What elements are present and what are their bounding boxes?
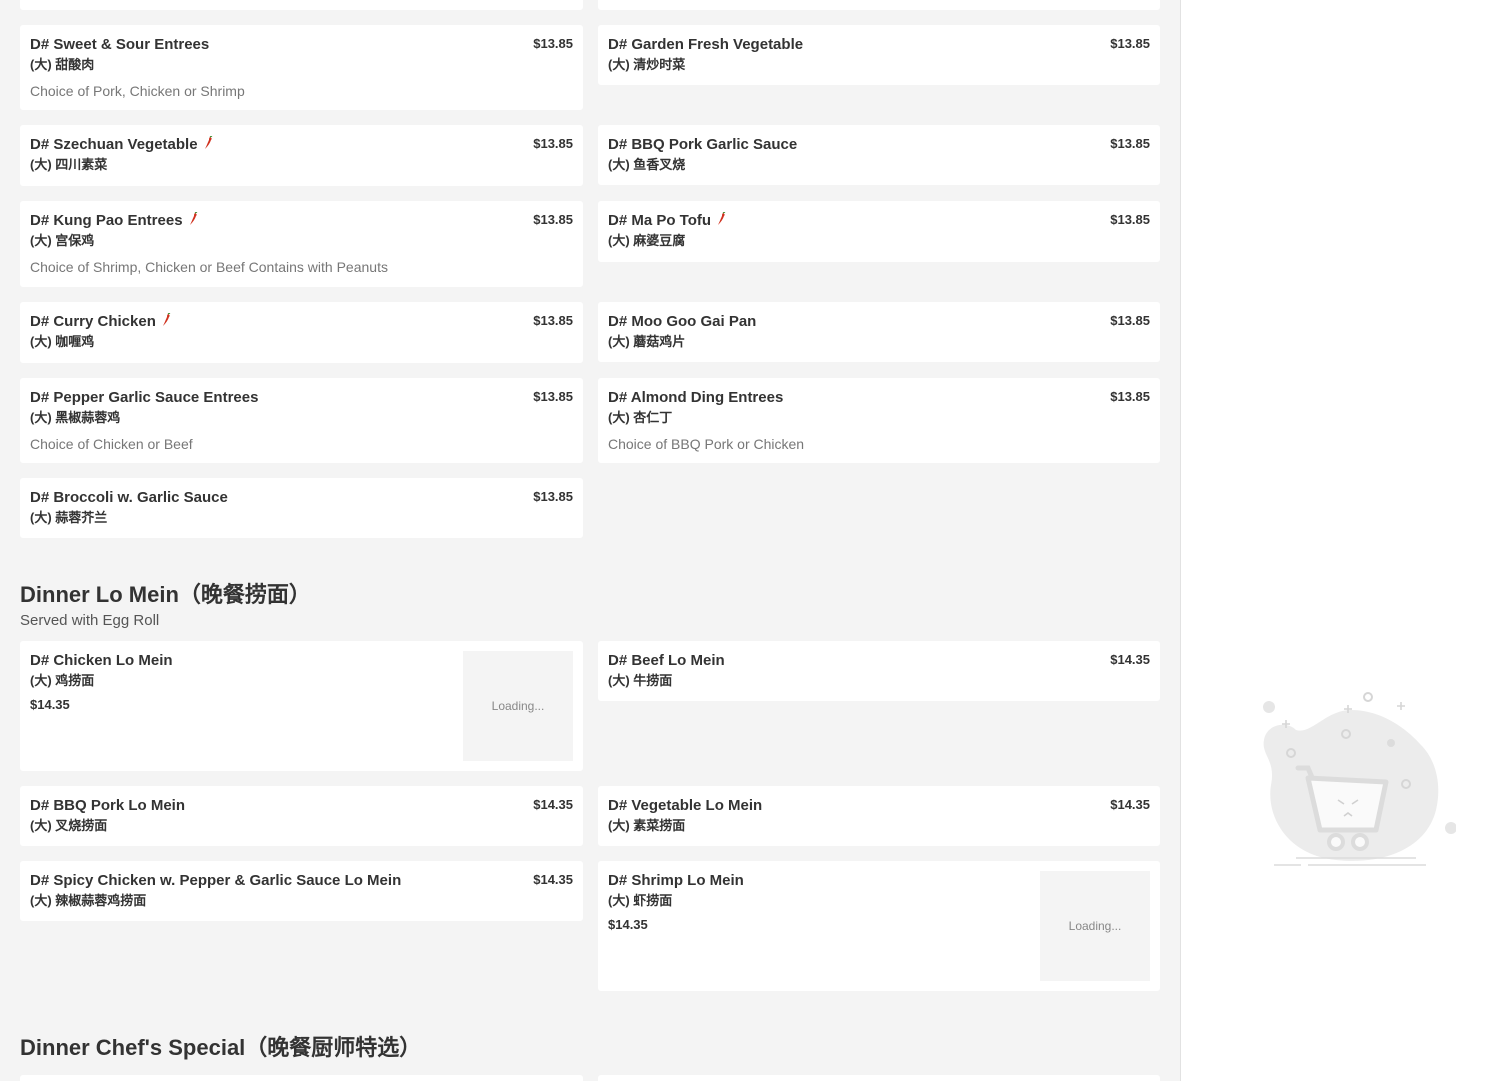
item-price: $13.85: [1110, 136, 1150, 151]
item-name-row: D# Kung Pao Entrees: [30, 211, 573, 231]
menu-item-card[interactable]: [598, 0, 1160, 10]
item-name: D# BBQ Pork Lo Mein: [30, 797, 186, 814]
item-name: D# BBQ Pork Garlic Sauce: [608, 136, 798, 153]
item-chinese-name: (大) 蒜蓉芥兰: [30, 510, 108, 525]
menu-item-card[interactable]: [20, 1075, 583, 1081]
menu-item-kung-pao[interactable]: D# Kung Pao Entrees (大) 宫保鸡 Choice of Sh…: [20, 201, 583, 287]
item-name: D# Spicy Chicken w. Pepper & Garlic Sauc…: [30, 872, 402, 889]
cart-panel: [1180, 0, 1490, 1081]
menu-item-card[interactable]: [20, 0, 583, 10]
spicy-pepper-icon: [189, 212, 197, 225]
menu-item-pepper-garlic[interactable]: D# Pepper Garlic Sauce Entrees (大) 黑椒蒜蓉鸡…: [20, 378, 583, 463]
item-image-placeholder: Loading...: [1040, 871, 1150, 981]
section-title-lo-mein: Dinner Lo Mein（晚餐捞面）: [20, 582, 311, 607]
menu-panel: D# Sweet & Sour Entrees (大) 甜酸肉 Choice o…: [0, 0, 1180, 1081]
item-name-row: D# Szechuan Vegetable: [30, 135, 573, 155]
menu-item-card[interactable]: [598, 1075, 1160, 1081]
item-description: Choice of BBQ Pork or Chicken: [608, 436, 805, 452]
menu-item-sweet-sour[interactable]: D# Sweet & Sour Entrees (大) 甜酸肉 Choice o…: [20, 25, 583, 110]
item-price: $13.85: [533, 136, 573, 151]
item-price: $13.85: [1110, 212, 1150, 227]
menu-item-moo-goo-gai-pan[interactable]: D# Moo Goo Gai Pan (大) 蘑菇鸡片 $13.85: [598, 302, 1160, 362]
item-price: $14.35: [1110, 652, 1150, 667]
item-name-row: D# Curry Chicken: [30, 312, 573, 332]
menu-item-ma-po-tofu[interactable]: D# Ma Po Tofu (大) 麻婆豆腐 $13.85: [598, 201, 1160, 262]
menu-item-bbq-pork-garlic[interactable]: D# BBQ Pork Garlic Sauce (大) 鱼香叉烧 $13.85: [598, 125, 1160, 185]
item-chinese-name: (大) 黑椒蒜蓉鸡: [30, 410, 121, 425]
item-name: D# Almond Ding Entrees: [608, 389, 784, 406]
item-description: Choice of Chicken or Beef: [30, 436, 193, 452]
item-name: D# Kung Pao Entrees: [30, 212, 183, 229]
item-price: $13.85: [533, 389, 573, 404]
menu-item-szechuan-vegetable[interactable]: D# Szechuan Vegetable (大) 四川素菜 $13.85: [20, 125, 583, 186]
item-price: $14.35: [533, 797, 573, 812]
item-price: $13.85: [1110, 389, 1150, 404]
item-chinese-name: (大) 四川素菜: [30, 157, 108, 172]
menu-item-beef-lo-mein[interactable]: D# Beef Lo Mein (大) 牛捞面 $14.35: [598, 641, 1160, 701]
item-price: $14.35: [533, 872, 573, 887]
item-name: D# Beef Lo Mein: [608, 652, 725, 669]
menu-item-broccoli-garlic[interactable]: D# Broccoli w. Garlic Sauce (大) 蒜蓉芥兰 $13…: [20, 478, 583, 538]
item-chinese-name: (大) 叉烧捞面: [30, 818, 108, 833]
item-price: $13.85: [1110, 36, 1150, 51]
item-description: Choice of Shrimp, Chicken or Beef Contai…: [30, 259, 388, 275]
item-chinese-name: (大) 牛捞面: [608, 673, 673, 688]
item-name: D# Garden Fresh Vegetable: [608, 36, 804, 53]
item-price: $14.35: [1110, 797, 1150, 812]
spicy-pepper-icon: [204, 136, 212, 149]
item-chinese-name: (大) 杏仁丁: [608, 410, 673, 425]
item-chinese-name: (大) 甜酸肉: [30, 57, 95, 72]
item-price: $13.85: [1110, 313, 1150, 328]
item-price: $13.85: [533, 489, 573, 504]
menu-item-spicy-chicken-lo-mein[interactable]: D# Spicy Chicken w. Pepper & Garlic Sauc…: [20, 861, 583, 921]
item-name: D# Moo Goo Gai Pan: [608, 313, 757, 330]
section-title-chefs-special: Dinner Chef's Special（晚餐厨师特选）: [20, 1035, 422, 1060]
menu-item-bbq-pork-lo-mein[interactable]: D# BBQ Pork Lo Mein (大) 叉烧捞面 $14.35: [20, 786, 583, 846]
item-price: $13.85: [533, 313, 573, 328]
section-subtitle: Served with Egg Roll: [20, 612, 160, 629]
item-description: Choice of Pork, Chicken or Shrimp: [30, 83, 245, 99]
menu-item-garden-vegetable[interactable]: D# Garden Fresh Vegetable (大) 清炒时菜 $13.8…: [598, 25, 1160, 85]
item-name: D# Broccoli w. Garlic Sauce: [30, 489, 228, 506]
item-name: D# Sweet & Sour Entrees: [30, 36, 210, 53]
item-name: D# Szechuan Vegetable: [30, 136, 198, 153]
item-chinese-name: (大) 鱼香叉烧: [608, 157, 686, 172]
item-price: $13.85: [533, 36, 573, 51]
empty-cart-illustration-icon: [1263, 692, 1456, 866]
menu-item-curry-chicken[interactable]: D# Curry Chicken (大) 咖喱鸡 $13.85: [20, 302, 583, 363]
item-name: D# Pepper Garlic Sauce Entrees: [30, 389, 259, 406]
spicy-pepper-icon: [162, 313, 171, 326]
item-chinese-name: (大) 宫保鸡: [30, 233, 95, 248]
menu-item-almond-ding[interactable]: D# Almond Ding Entrees (大) 杏仁丁 Choice of…: [598, 378, 1160, 463]
menu-item-shrimp-lo-mein[interactable]: D# Shrimp Lo Mein (大) 虾捞面 $14.35 Loading…: [598, 861, 1160, 991]
item-chinese-name: (大) 蘑菇鸡片: [608, 334, 686, 349]
item-chinese-name: (大) 辣椒蒜蓉鸡捞面: [30, 893, 147, 908]
item-name: D# Curry Chicken: [30, 313, 156, 330]
menu-item-vegetable-lo-mein[interactable]: D# Vegetable Lo Mein (大) 素菜捞面 $14.35: [598, 786, 1160, 846]
item-chinese-name: (大) 咖喱鸡: [30, 334, 95, 349]
item-chinese-name: (大) 素菜捞面: [608, 818, 686, 833]
menu-item-chicken-lo-mein[interactable]: D# Chicken Lo Mein (大) 鸡捞面 $14.35 Loadin…: [20, 641, 583, 771]
item-chinese-name: (大) 麻婆豆腐: [608, 233, 686, 248]
item-image-placeholder: Loading...: [463, 651, 573, 761]
item-chinese-name: (大) 清炒时菜: [608, 57, 686, 72]
item-name-row: D# Ma Po Tofu: [608, 211, 1150, 231]
spicy-pepper-icon: [718, 212, 726, 225]
item-name: D# Ma Po Tofu: [608, 212, 712, 229]
item-name: D# Vegetable Lo Mein: [608, 797, 763, 814]
item-price: $13.85: [533, 212, 573, 227]
